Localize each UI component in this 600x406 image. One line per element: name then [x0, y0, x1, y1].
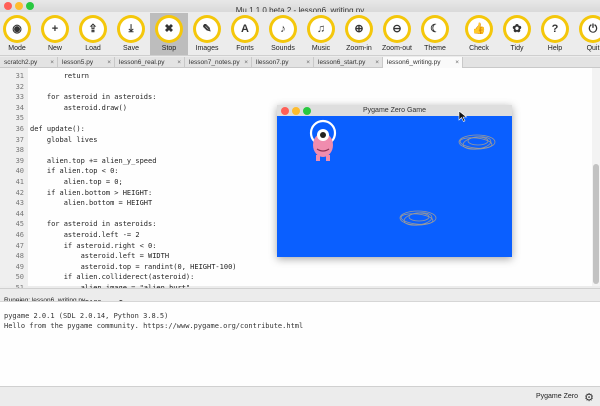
close-tab-icon[interactable]: × [375, 57, 379, 68]
close-tab-icon[interactable]: × [306, 57, 310, 68]
mode-icon: ◉ [3, 15, 31, 43]
toolbar: ◉ Mode + New ⇪ Load ⤓ Save ✖ Stop ✎ Images A Fonts ♪ So… [0, 12, 600, 56]
line-number: 46 [15, 231, 24, 239]
tab-lesson5-py[interactable]: lesson5.py × [58, 57, 115, 68]
tab-lesson7-notes-py[interactable]: lesson7_notes.py × [185, 57, 252, 68]
quit-button[interactable]: ⏻ Quit [574, 13, 600, 55]
console-line: Hello from the pygame community. https:/… [4, 322, 304, 330]
output-console[interactable]: pygame 2.0.1 (SDL 2.0.14, Python 3.8.5) … [0, 301, 600, 386]
theme-icon: ☾ [421, 15, 449, 43]
asteroid-sprite [458, 134, 496, 150]
line-number: 39 [15, 156, 24, 165]
tab-bar: scratch2.py × lesson5.py × lesson6_real.py × l… [0, 57, 600, 68]
close-tab-icon[interactable]: × [244, 57, 248, 68]
load-icon: ⇪ [79, 15, 107, 43]
code-line[interactable]: if alien.bottom > HEIGHT: [30, 188, 152, 199]
sounds-icon: ♪ [269, 15, 297, 43]
tab-scratch2-py[interactable]: scratch2.py × [0, 57, 58, 68]
fonts-icon: A [231, 15, 259, 43]
scrollbar-thumb[interactable] [593, 164, 599, 284]
close-tab-icon[interactable]: × [455, 57, 459, 68]
line-number: 37 [15, 135, 24, 144]
line-number: 41 [15, 178, 24, 186]
theme-label: Theme [424, 45, 446, 52]
help-icon: ? [541, 15, 569, 43]
code-line[interactable]: if asteroid.right < 0: [30, 241, 157, 252]
title-bar: Mu 1.1.0.beta.2 - lesson6_writing.py [0, 0, 600, 15]
quit-icon: ⏻ [579, 15, 600, 43]
line-number: 35 [15, 114, 24, 123]
check-icon: 👍 [465, 15, 493, 43]
pygame-game-window[interactable]: Pygame Zero Game [277, 105, 512, 257]
tab-lesson6-writing-py[interactable]: lesson6_writing.py × [383, 57, 463, 68]
tab-label: lesson6_writing.py [387, 59, 441, 66]
line-number: 40 [15, 167, 24, 176]
line-number: 36 [15, 125, 24, 133]
code-line[interactable]: alien.top = 0; [30, 177, 123, 188]
maximize-window-button[interactable] [26, 2, 34, 10]
code-line[interactable]: for asteroid in asteroids: [30, 92, 157, 103]
close-window-button[interactable] [4, 2, 12, 10]
code-line[interactable]: global lives [30, 135, 98, 146]
code-line[interactable]: asteroid.left -= 2 [30, 230, 140, 241]
console-line: pygame 2.0.1 (SDL 2.0.14, Python 3.8.5) [4, 312, 169, 320]
tab-label: scratch2.py [4, 59, 38, 66]
code-line[interactable]: asteroid.top = randint(0, HEIGHT-100) [30, 262, 237, 273]
stop-icon: ✖ [155, 15, 183, 43]
line-number: 38 [15, 146, 24, 155]
line-number: 48 [15, 252, 24, 261]
code-line[interactable]: def update(): [30, 124, 85, 135]
zoom-out-icon: ⊖ [383, 15, 411, 43]
tab-lesson6-start-py[interactable]: lesson6_start.py × [314, 57, 383, 68]
line-number: 32 [15, 82, 24, 91]
save-icon: ⤓ [117, 15, 145, 43]
line-number: 50 [15, 273, 24, 282]
code-line[interactable]: if alien.top < 0: [30, 166, 119, 177]
line-number: 44 [15, 209, 24, 218]
code-line[interactable]: alien.bottom = HEIGHT [30, 198, 153, 209]
runner-status-bar: Running: lesson6_writing.py [0, 288, 600, 304]
tab-label: lesson6_start.py [318, 59, 366, 66]
game-canvas[interactable] [277, 105, 512, 257]
line-number: 31 [15, 72, 24, 80]
code-line[interactable]: for asteroid in asteroids: [30, 219, 157, 230]
alien-sprite [309, 119, 337, 161]
close-tab-icon[interactable]: × [177, 57, 181, 68]
code-line[interactable]: if alien.colliderect(asteroid): [30, 272, 195, 283]
zoom-in-icon: ⊕ [345, 15, 373, 43]
tab-lesson6-real-py[interactable]: lesson6_real.py × [115, 57, 185, 68]
line-number-gutter: 31 32 33 34 35 36 37 38 39 40 41 42 43 44 45 46 47 48 49 50… [0, 68, 28, 324]
new-icon: + [41, 15, 69, 43]
music-icon: ♫ [307, 15, 335, 43]
asteroid-sprite [399, 210, 437, 226]
mouse-cursor-icon [458, 110, 468, 122]
minimize-window-button[interactable] [15, 2, 23, 10]
line-number: 43 [15, 199, 24, 208]
tab-label: lesson6_real.py [119, 59, 165, 66]
tidy-icon: ✿ [503, 15, 531, 43]
tab-llesson7-py[interactable]: llesson7.py × [252, 57, 314, 68]
tab-label: lesson7_notes.py [189, 59, 240, 66]
theme-button[interactable]: ☾ Theme [416, 13, 454, 55]
images-icon: ✎ [193, 15, 221, 43]
close-tab-icon[interactable]: × [50, 57, 54, 68]
quit-label: Quit [586, 45, 600, 52]
code-line[interactable]: return [30, 71, 89, 82]
gear-icon[interactable]: ⚙ [584, 391, 594, 404]
tab-label: lesson5.py [62, 59, 94, 66]
line-number: 34 [15, 103, 24, 112]
code-line[interactable]: asteroid.draw() [30, 103, 127, 114]
line-number: 47 [15, 241, 24, 250]
editor-scrollbar[interactable] [592, 68, 600, 286]
code-line[interactable]: asteroid.left = WIDTH [30, 251, 170, 262]
footer-bar: Pygame Zero ⚙ [0, 386, 600, 406]
mode-label[interactable]: Pygame Zero [536, 393, 578, 400]
line-number: 45 [15, 220, 24, 229]
line-number: 33 [15, 93, 24, 102]
tab-label: llesson7.py [256, 59, 289, 66]
line-number: 49 [15, 262, 24, 271]
close-tab-icon[interactable]: × [107, 57, 111, 68]
code-line[interactable]: alien.top += alien_y_speed [30, 156, 157, 167]
line-number: 42 [15, 188, 24, 197]
